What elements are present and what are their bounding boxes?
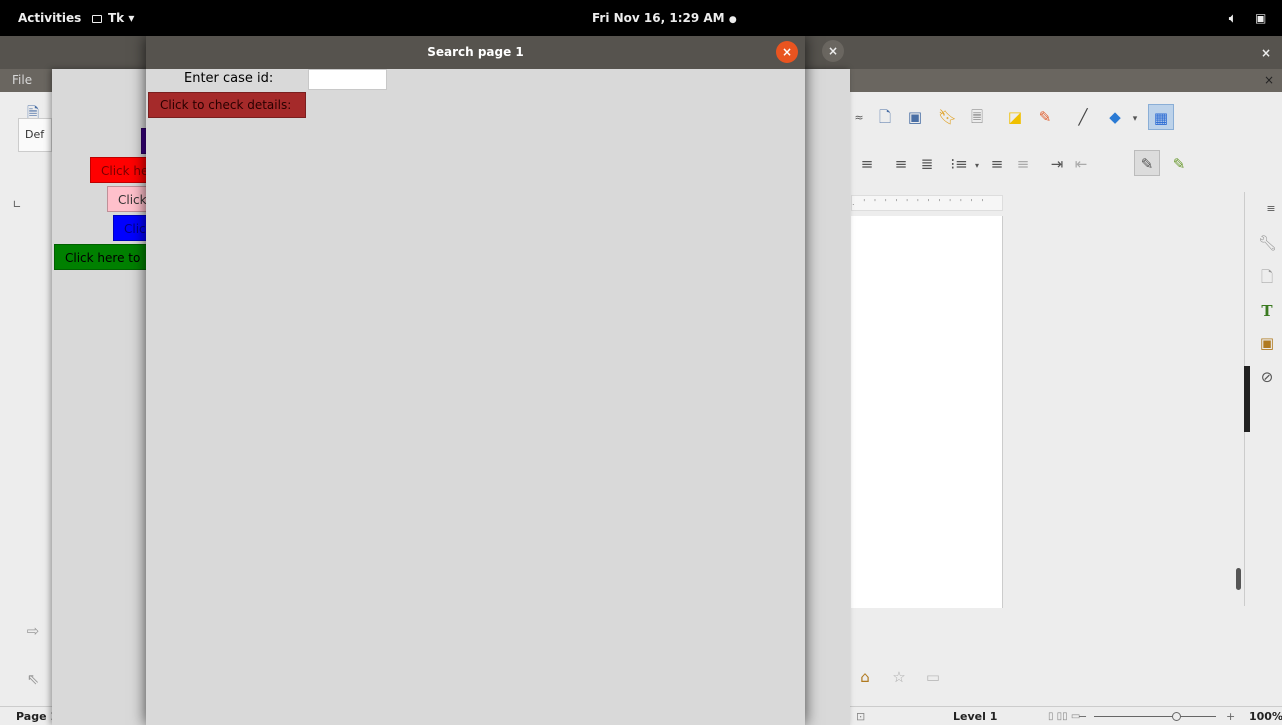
tk-button-red[interactable]: Click he	[90, 157, 148, 183]
document-close-icon[interactable]: ×	[1264, 69, 1274, 92]
clone-formatting-icon[interactable]: ✎	[1170, 155, 1188, 173]
activities-button[interactable]: Activities	[18, 0, 81, 36]
writer-close-button[interactable]: ×	[1256, 43, 1276, 63]
highlighting-icon[interactable]: ✎	[1134, 150, 1160, 176]
app-menu-tk[interactable]: Tk ▾	[92, 0, 134, 36]
clock-text: Fri Nov 16, 1:29 AM	[592, 11, 725, 25]
chevron-down-icon: ▾	[128, 11, 135, 25]
decrease-paragraph-spacing-icon[interactable]: ≡	[1014, 155, 1032, 173]
line-spacing-dropdown-icon[interactable]: ▾	[968, 157, 986, 175]
properties-wrench-icon[interactable]: 🔧︎	[1258, 234, 1277, 252]
zoom-slider[interactable]	[1094, 716, 1216, 717]
horizontal-ruler[interactable]: . ' ' ' ' ' ' ' ' ' ' ' '	[851, 195, 1003, 211]
zoom-slider-knob[interactable]	[1172, 712, 1181, 721]
window-icon	[92, 14, 102, 23]
zoom-level[interactable]: 100%	[1249, 707, 1282, 725]
search-window-title: Search page 1	[427, 45, 524, 59]
tab-stop-icon: ∟	[12, 198, 22, 211]
styles-icon[interactable]: T	[1258, 302, 1276, 320]
app-menu-label: Tk	[108, 11, 125, 25]
zoom-in-button[interactable]: +	[1226, 707, 1235, 725]
tk-button-green[interactable]: Click here to	[54, 244, 148, 270]
check-details-button[interactable]: Click to check details:	[148, 92, 306, 118]
line-icon[interactable]: ╱	[1074, 108, 1092, 126]
sidebar-menu-icon[interactable]: ≡	[1262, 200, 1280, 218]
tk-button-blue[interactable]: Clic	[113, 215, 148, 241]
increase-paragraph-spacing-icon[interactable]: ≡	[988, 155, 1006, 173]
document-page[interactable]	[851, 216, 1003, 608]
cross-reference-icon[interactable]: 🗏	[968, 108, 986, 126]
search-window-titlebar[interactable]: Search page 1 ×	[146, 36, 805, 69]
pointer-icon[interactable]: ⇖	[24, 670, 42, 688]
toggle-draw-functions-icon[interactable]: ▦	[1148, 104, 1174, 130]
align-center-icon[interactable]: ≡	[858, 155, 876, 173]
menu-file[interactable]: File	[12, 69, 32, 92]
case-id-input[interactable]	[308, 69, 387, 90]
status-outline-level: Level 1	[953, 710, 998, 723]
insert-caption-icon[interactable]: ▣	[906, 108, 924, 126]
search-page-window: Search page 1 × Enter case id: Click to …	[146, 36, 805, 725]
shapes-dropdown-icon[interactable]: ▾	[1126, 110, 1144, 128]
polygon-icon[interactable]: ☆	[890, 668, 908, 686]
clock[interactable]: Fri Nov 16, 1:29 AM ●	[592, 0, 737, 36]
gnome-top-bar: Activities Tk ▾ Fri Nov 16, 1:29 AM ● 🔈︎…	[0, 0, 1282, 36]
extrusion-icon[interactable]: ▭	[924, 668, 942, 686]
decrease-indent-icon[interactable]: ⇤	[1072, 155, 1090, 173]
justify-icon[interactable]: ≣	[918, 155, 936, 173]
increase-indent-icon[interactable]: ⇥	[1048, 155, 1066, 173]
navigator-icon[interactable]: ⊘	[1258, 368, 1276, 386]
battery-icon[interactable]: ▣	[1255, 0, 1266, 36]
bookmark-icon[interactable]: 🔖︎	[938, 108, 957, 126]
vertical-scrollbar-thumb[interactable]	[1236, 568, 1241, 590]
fontwork-icon[interactable]: ⌂	[856, 668, 874, 686]
zoom-out-button[interactable]: −	[1078, 707, 1087, 725]
comment-icon[interactable]: ◪	[1006, 108, 1024, 126]
page-icon[interactable]: 🗋	[1258, 268, 1276, 286]
arrow-right-icon[interactable]: ⇨	[24, 622, 42, 640]
close-icon[interactable]: ×	[776, 41, 798, 63]
rotate-icon[interactable]: ≈	[850, 109, 868, 127]
insert-frame-icon[interactable]: 🗋	[876, 108, 894, 126]
selection-mode-icon[interactable]: ⊡	[856, 707, 865, 725]
notification-dot-icon: ●	[728, 15, 737, 25]
align-right-icon[interactable]: ≡	[892, 155, 910, 173]
gallery-icon[interactable]: ▣	[1258, 334, 1276, 352]
track-changes-icon[interactable]: ✎	[1036, 108, 1054, 126]
sidebar-collapse-handle[interactable]	[1244, 366, 1250, 432]
speaker-icon[interactable]: 🔈︎	[1229, 0, 1236, 36]
tk-button-pink[interactable]: Click	[107, 186, 148, 212]
basic-shapes-icon[interactable]: ◆	[1106, 108, 1124, 126]
view-layout-icons[interactable]: ▯ ▯▯ ▭	[1048, 707, 1080, 725]
case-id-label: Enter case id:	[184, 71, 274, 86]
line-spacing-icon[interactable]: ⁝≡	[950, 155, 968, 173]
tk-main-close-button[interactable]: ×	[822, 40, 844, 62]
